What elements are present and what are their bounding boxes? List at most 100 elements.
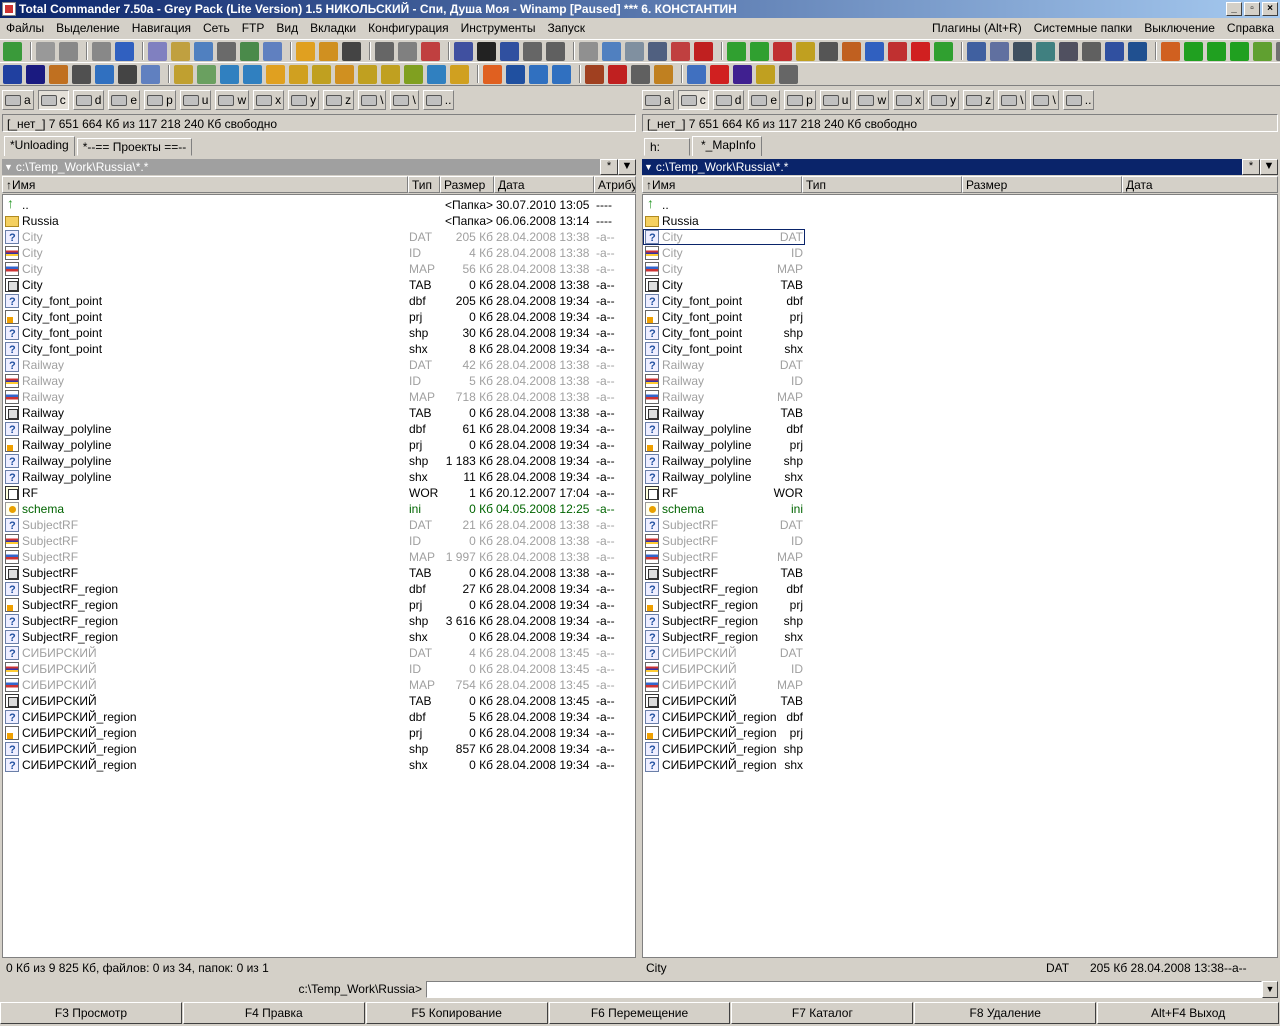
toolbar-button-icon[interactable] xyxy=(115,41,134,61)
drive-button-4[interactable]: p xyxy=(144,90,176,110)
drive-button-1[interactable]: c xyxy=(37,90,69,110)
table-row[interactable]: СИБИРСКИЙ TAB 0 Кб 28.04.2008 13:45 -a-- xyxy=(3,693,635,709)
menu-item-2[interactable]: Навигация xyxy=(126,21,197,35)
table-row[interactable]: SubjectRF TAB xyxy=(643,565,805,581)
path-history-icon[interactable]: ▼ xyxy=(4,162,13,172)
table-row[interactable]: City MAP 56 Кб 28.04.2008 13:38 -a-- xyxy=(3,261,635,277)
toolbar-button-icon[interactable] xyxy=(911,41,930,61)
toolbar-button-icon[interactable] xyxy=(523,41,542,61)
table-row[interactable]: City_font_point shx xyxy=(643,341,805,358)
toolbar-button-icon[interactable] xyxy=(1207,41,1226,61)
table-row[interactable]: Railway MAP 718 Кб 28.04.2008 13:38 -a-- xyxy=(3,389,635,405)
table-row[interactable]: Railway_polyline prj 0 Кб 28.04.2008 19:34-… xyxy=(3,437,635,453)
drive-button-6[interactable]: w xyxy=(215,90,250,110)
fkey-button-6[interactable]: Alt+F4 Выход xyxy=(1097,1002,1280,1024)
table-row[interactable]: City ID xyxy=(643,245,805,261)
table-row[interactable]: City MAP xyxy=(643,261,805,277)
fkey-button-2[interactable]: F5 Копирование xyxy=(365,1002,548,1024)
toolbar-button-icon[interactable] xyxy=(546,41,565,61)
table-row[interactable]: SubjectRF_region shx 0 Кб28.04.2008 19:34-… xyxy=(3,629,635,646)
table-row[interactable]: RF WOR xyxy=(643,485,805,501)
command-history-dropdown[interactable]: ▼ xyxy=(1262,980,1278,998)
fkey-button-1[interactable]: F4 Правка xyxy=(182,1002,365,1024)
table-row[interactable]: RF WOR 1 Кб 20.12.2007 17:04 -a-- xyxy=(3,485,635,501)
fkey-button-0[interactable]: F3 Просмотр xyxy=(0,1002,182,1024)
col-date-left[interactable]: Дата xyxy=(494,176,594,193)
table-row[interactable]: Railway_polyline shx xyxy=(643,469,805,486)
table-row[interactable]: СИБИРСКИЙ_region dbf xyxy=(643,709,805,726)
drive-button-8[interactable]: y xyxy=(928,90,960,110)
tab-mapinfo[interactable]: *_MapInfo xyxy=(692,136,762,156)
table-row[interactable]: Railway ID xyxy=(643,373,805,389)
table-row[interactable]: СИБИРСКИЙ_region dbf 5 Кб28.04.2008 19:34-… xyxy=(3,709,635,726)
toolbar-button-icon[interactable] xyxy=(194,41,213,61)
menu-right-item-0[interactable]: Плагины (Alt+R) xyxy=(926,21,1028,35)
drive-button-7[interactable]: x xyxy=(253,90,285,110)
table-row[interactable]: SubjectRF ID xyxy=(643,533,805,549)
toolbar-button-icon[interactable] xyxy=(421,41,440,61)
tab-unloading[interactable]: *Unloading xyxy=(4,136,75,156)
drive-button-5[interactable]: u xyxy=(819,90,852,110)
table-row[interactable]: SubjectRF_region shp 3 616 Кб28.04.2008 19… xyxy=(3,613,635,630)
table-row[interactable]: schema ini 0 Кб 04.05.2008 12:25 -a-- xyxy=(3,501,635,517)
command-input[interactable] xyxy=(426,980,1262,998)
table-row[interactable]: SubjectRF_region prj 0 Кб 28.04.2008 19:34-… xyxy=(3,597,635,613)
toolbar-button-icon[interactable] xyxy=(608,64,627,84)
table-row[interactable]: .. xyxy=(643,195,805,213)
toolbar-button-icon[interactable] xyxy=(967,41,986,61)
drive-button-8[interactable]: y xyxy=(288,90,320,110)
path-history-icon[interactable]: ▼ xyxy=(644,162,653,172)
drive-button-9[interactable]: z xyxy=(323,90,355,110)
toolbar-button-icon[interactable] xyxy=(934,41,953,61)
menu-item-6[interactable]: Вкладки xyxy=(304,21,362,35)
toolbar-button-icon[interactable] xyxy=(197,64,216,84)
table-row[interactable]: City DAT xyxy=(643,229,805,246)
table-row[interactable]: SubjectRF MAP xyxy=(643,549,805,565)
drive-button-12[interactable]: .. xyxy=(422,90,455,110)
toolbar-button-icon[interactable] xyxy=(243,64,262,84)
table-row[interactable]: Railway TAB 0 Кб 28.04.2008 13:38 -a-- xyxy=(3,405,635,421)
toolbar-button-icon[interactable] xyxy=(506,64,525,84)
toolbar-button-icon[interactable] xyxy=(865,41,884,61)
toolbar-button-icon[interactable] xyxy=(72,64,91,84)
toolbar-button-icon[interactable] xyxy=(342,41,361,61)
minimize-button[interactable]: _ xyxy=(1226,2,1242,16)
table-row[interactable]: City ID 4 Кб 28.04.2008 13:38 -a-- xyxy=(3,245,635,261)
toolbar-button-icon[interactable] xyxy=(483,64,502,84)
toolbar-button-icon[interactable] xyxy=(266,64,285,84)
path-bar-right[interactable]: ▼ c:\Temp_Work\Russia\*.* * ▼ xyxy=(642,159,1278,175)
filter-button-right[interactable]: * xyxy=(1242,159,1260,175)
drive-button-2[interactable]: d xyxy=(72,90,105,110)
toolbar-button-icon[interactable] xyxy=(450,64,469,84)
menu-item-8[interactable]: Инструменты xyxy=(455,21,542,35)
toolbar-button-icon[interactable] xyxy=(1161,41,1180,61)
menu-item-1[interactable]: Выделение xyxy=(50,21,126,35)
toolbar-button-icon[interactable] xyxy=(694,41,713,61)
tab-h[interactable]: h: xyxy=(644,138,690,156)
toolbar-button-icon[interactable] xyxy=(174,64,193,84)
toolbar-button-icon[interactable] xyxy=(398,41,417,61)
tab-projects[interactable]: *--== Проекты ==-- xyxy=(76,138,193,156)
menu-item-0[interactable]: Файлы xyxy=(0,21,50,35)
table-row[interactable]: Railway_polyline shx 11 Кб28.04.2008 19:34… xyxy=(3,469,635,486)
toolbar-button-icon[interactable] xyxy=(579,41,598,61)
menu-item-3[interactable]: Сеть xyxy=(197,21,236,35)
table-row[interactable]: СИБИРСКИЙ MAP 754 Кб 28.04.2008 13:45 -a-- xyxy=(3,677,635,693)
toolbar-button-icon[interactable] xyxy=(990,41,1009,61)
toolbar-button-icon[interactable] xyxy=(263,41,282,61)
toolbar-button-icon[interactable] xyxy=(529,64,548,84)
drive-button-10[interactable]: \ xyxy=(358,90,387,110)
table-row[interactable]: Railway_polyline dbf xyxy=(643,421,805,438)
table-row[interactable]: City TAB 0 Кб 28.04.2008 13:38 -a-- xyxy=(3,277,635,293)
toolbar-button-icon[interactable] xyxy=(296,41,315,61)
col-date-right[interactable]: Дата xyxy=(1122,176,1278,193)
table-row[interactable]: City_font_point shx 8 Кб28.04.2008 19:34 -a… xyxy=(3,341,635,358)
toolbar-button-icon[interactable] xyxy=(381,64,400,84)
toolbar-button-icon[interactable] xyxy=(141,64,160,84)
table-row[interactable]: Railway_polyline dbf 61 Кб28.04.2008 19:34… xyxy=(3,421,635,438)
drive-button-3[interactable]: e xyxy=(748,90,781,110)
table-row[interactable]: СИБИРСКИЙ_region shp 857 Кб28.04.2008 19:3… xyxy=(3,741,635,758)
table-row[interactable]: Railway_polyline shp 1 183 Кб28.04.2008 19… xyxy=(3,453,635,470)
toolbar-button-icon[interactable] xyxy=(1230,41,1249,61)
table-row[interactable]: Russia <Папка> 06.06.2008 13:14 ---- xyxy=(3,213,635,229)
